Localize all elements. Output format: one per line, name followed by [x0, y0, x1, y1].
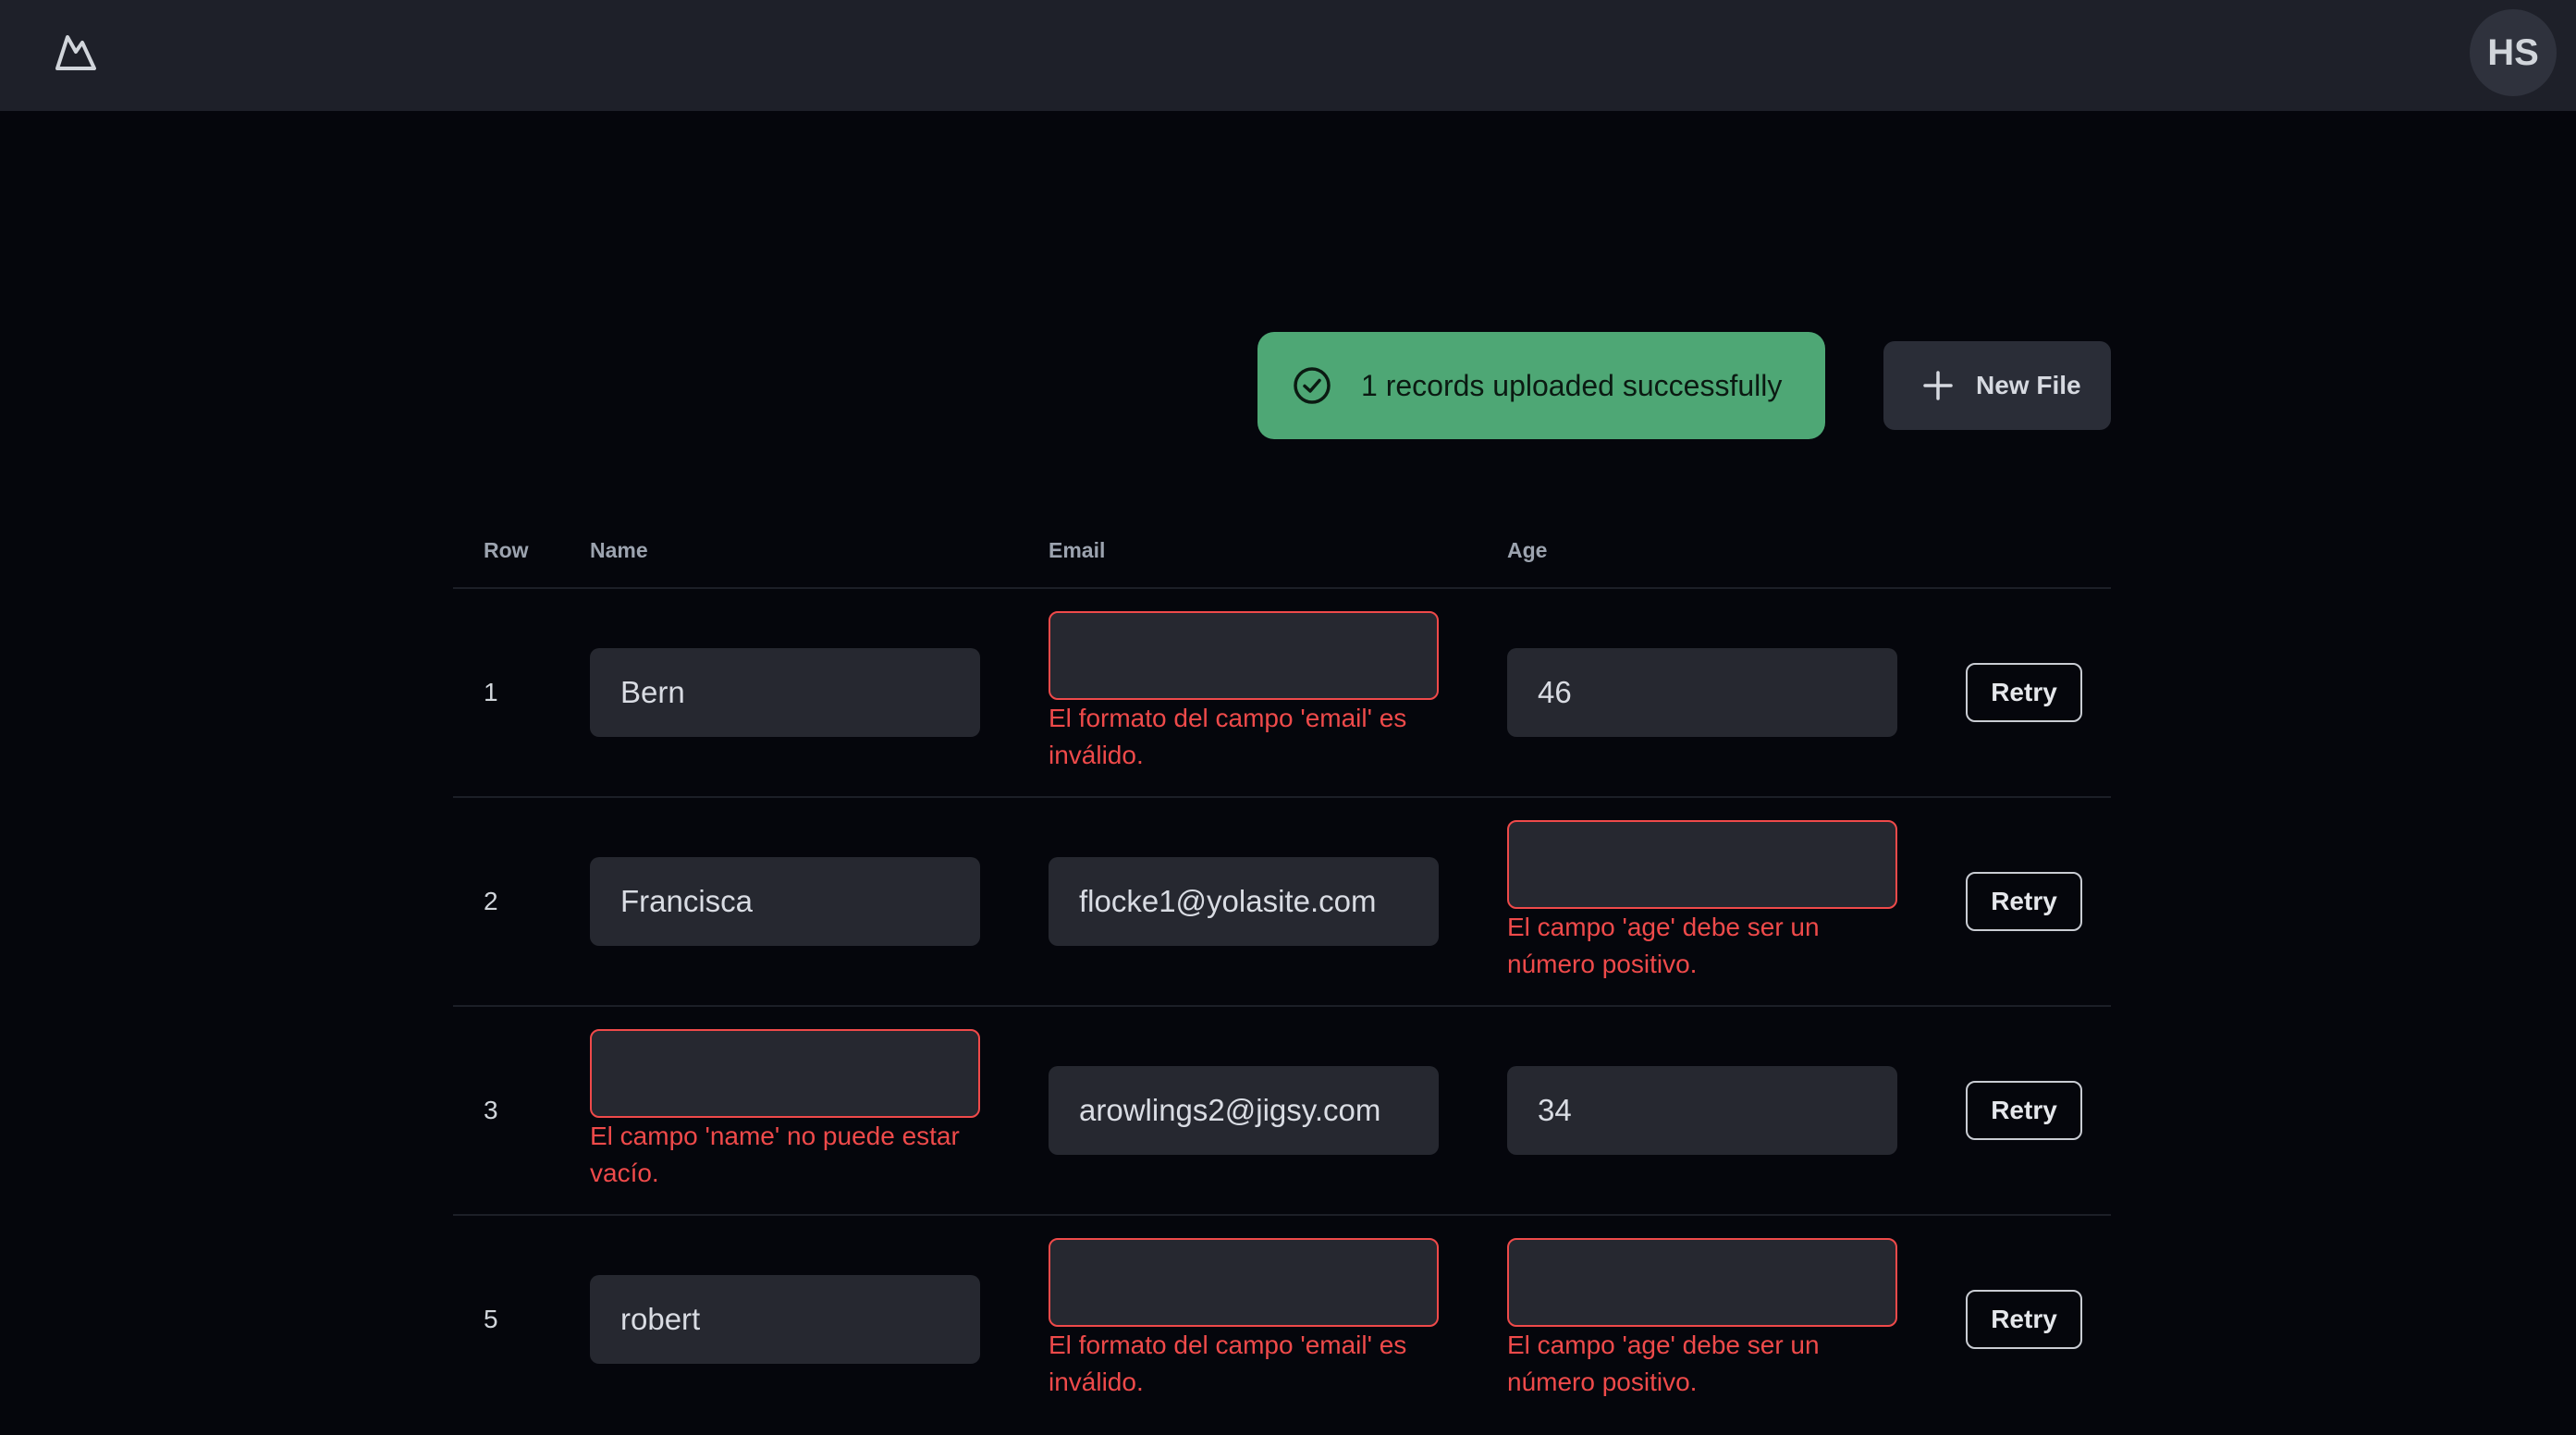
avatar[interactable]: HS [2470, 9, 2557, 96]
row-number: 3 [484, 1096, 498, 1124]
name-field[interactable]: Francisca [590, 857, 980, 946]
column-header-age: Age [1507, 538, 1548, 562]
success-toast: 1 records uploaded successfully [1257, 332, 1825, 439]
row-number: 1 [484, 678, 498, 706]
divider [453, 796, 2111, 798]
divider [453, 1005, 2111, 1007]
column-header-name: Name [590, 538, 648, 562]
row-number: 2 [484, 887, 498, 915]
new-file-label: New File [1976, 371, 2081, 399]
divider [453, 587, 2111, 589]
check-circle-icon [1294, 367, 1331, 404]
age-field[interactable]: 34 [1507, 1066, 1897, 1155]
top-bar: HS [0, 0, 2576, 111]
email-field[interactable] [1049, 1238, 1439, 1327]
column-header-row: Row [484, 538, 529, 562]
email-error-message: El formato del campo 'email' es inválido… [1049, 1331, 1407, 1396]
email-error-message: El formato del campo 'email' es inválido… [1049, 704, 1407, 769]
retry-button[interactable]: Retry [1966, 1290, 2082, 1349]
retry-button[interactable]: Retry [1966, 872, 2082, 931]
name-error-message: El campo 'name' no puede estar vacío. [590, 1122, 960, 1187]
age-error-message: El campo 'age' debe ser un número positi… [1507, 1331, 1820, 1396]
email-field[interactable] [1049, 611, 1439, 700]
age-field[interactable] [1507, 820, 1897, 909]
row-number: 5 [484, 1305, 498, 1333]
retry-button[interactable]: Retry [1966, 663, 2082, 722]
email-field[interactable]: flocke1@yolasite.com [1049, 857, 1439, 946]
name-field[interactable]: Bern [590, 648, 980, 737]
name-field[interactable]: robert [590, 1275, 980, 1364]
name-field[interactable] [590, 1029, 980, 1118]
mountain-icon[interactable] [52, 28, 100, 76]
age-error-message: El campo 'age' debe ser un número positi… [1507, 913, 1820, 978]
new-file-button[interactable]: New File [1883, 341, 2111, 430]
retry-button[interactable]: Retry [1966, 1081, 2082, 1140]
plus-icon [1923, 371, 1953, 400]
age-field[interactable]: 46 [1507, 648, 1897, 737]
column-header-email: Email [1049, 538, 1106, 562]
toast-message: 1 records uploaded successfully [1361, 368, 1783, 402]
email-field[interactable]: arowlings2@jigsy.com [1049, 1066, 1439, 1155]
age-field[interactable] [1507, 1238, 1897, 1327]
divider [453, 1214, 2111, 1216]
